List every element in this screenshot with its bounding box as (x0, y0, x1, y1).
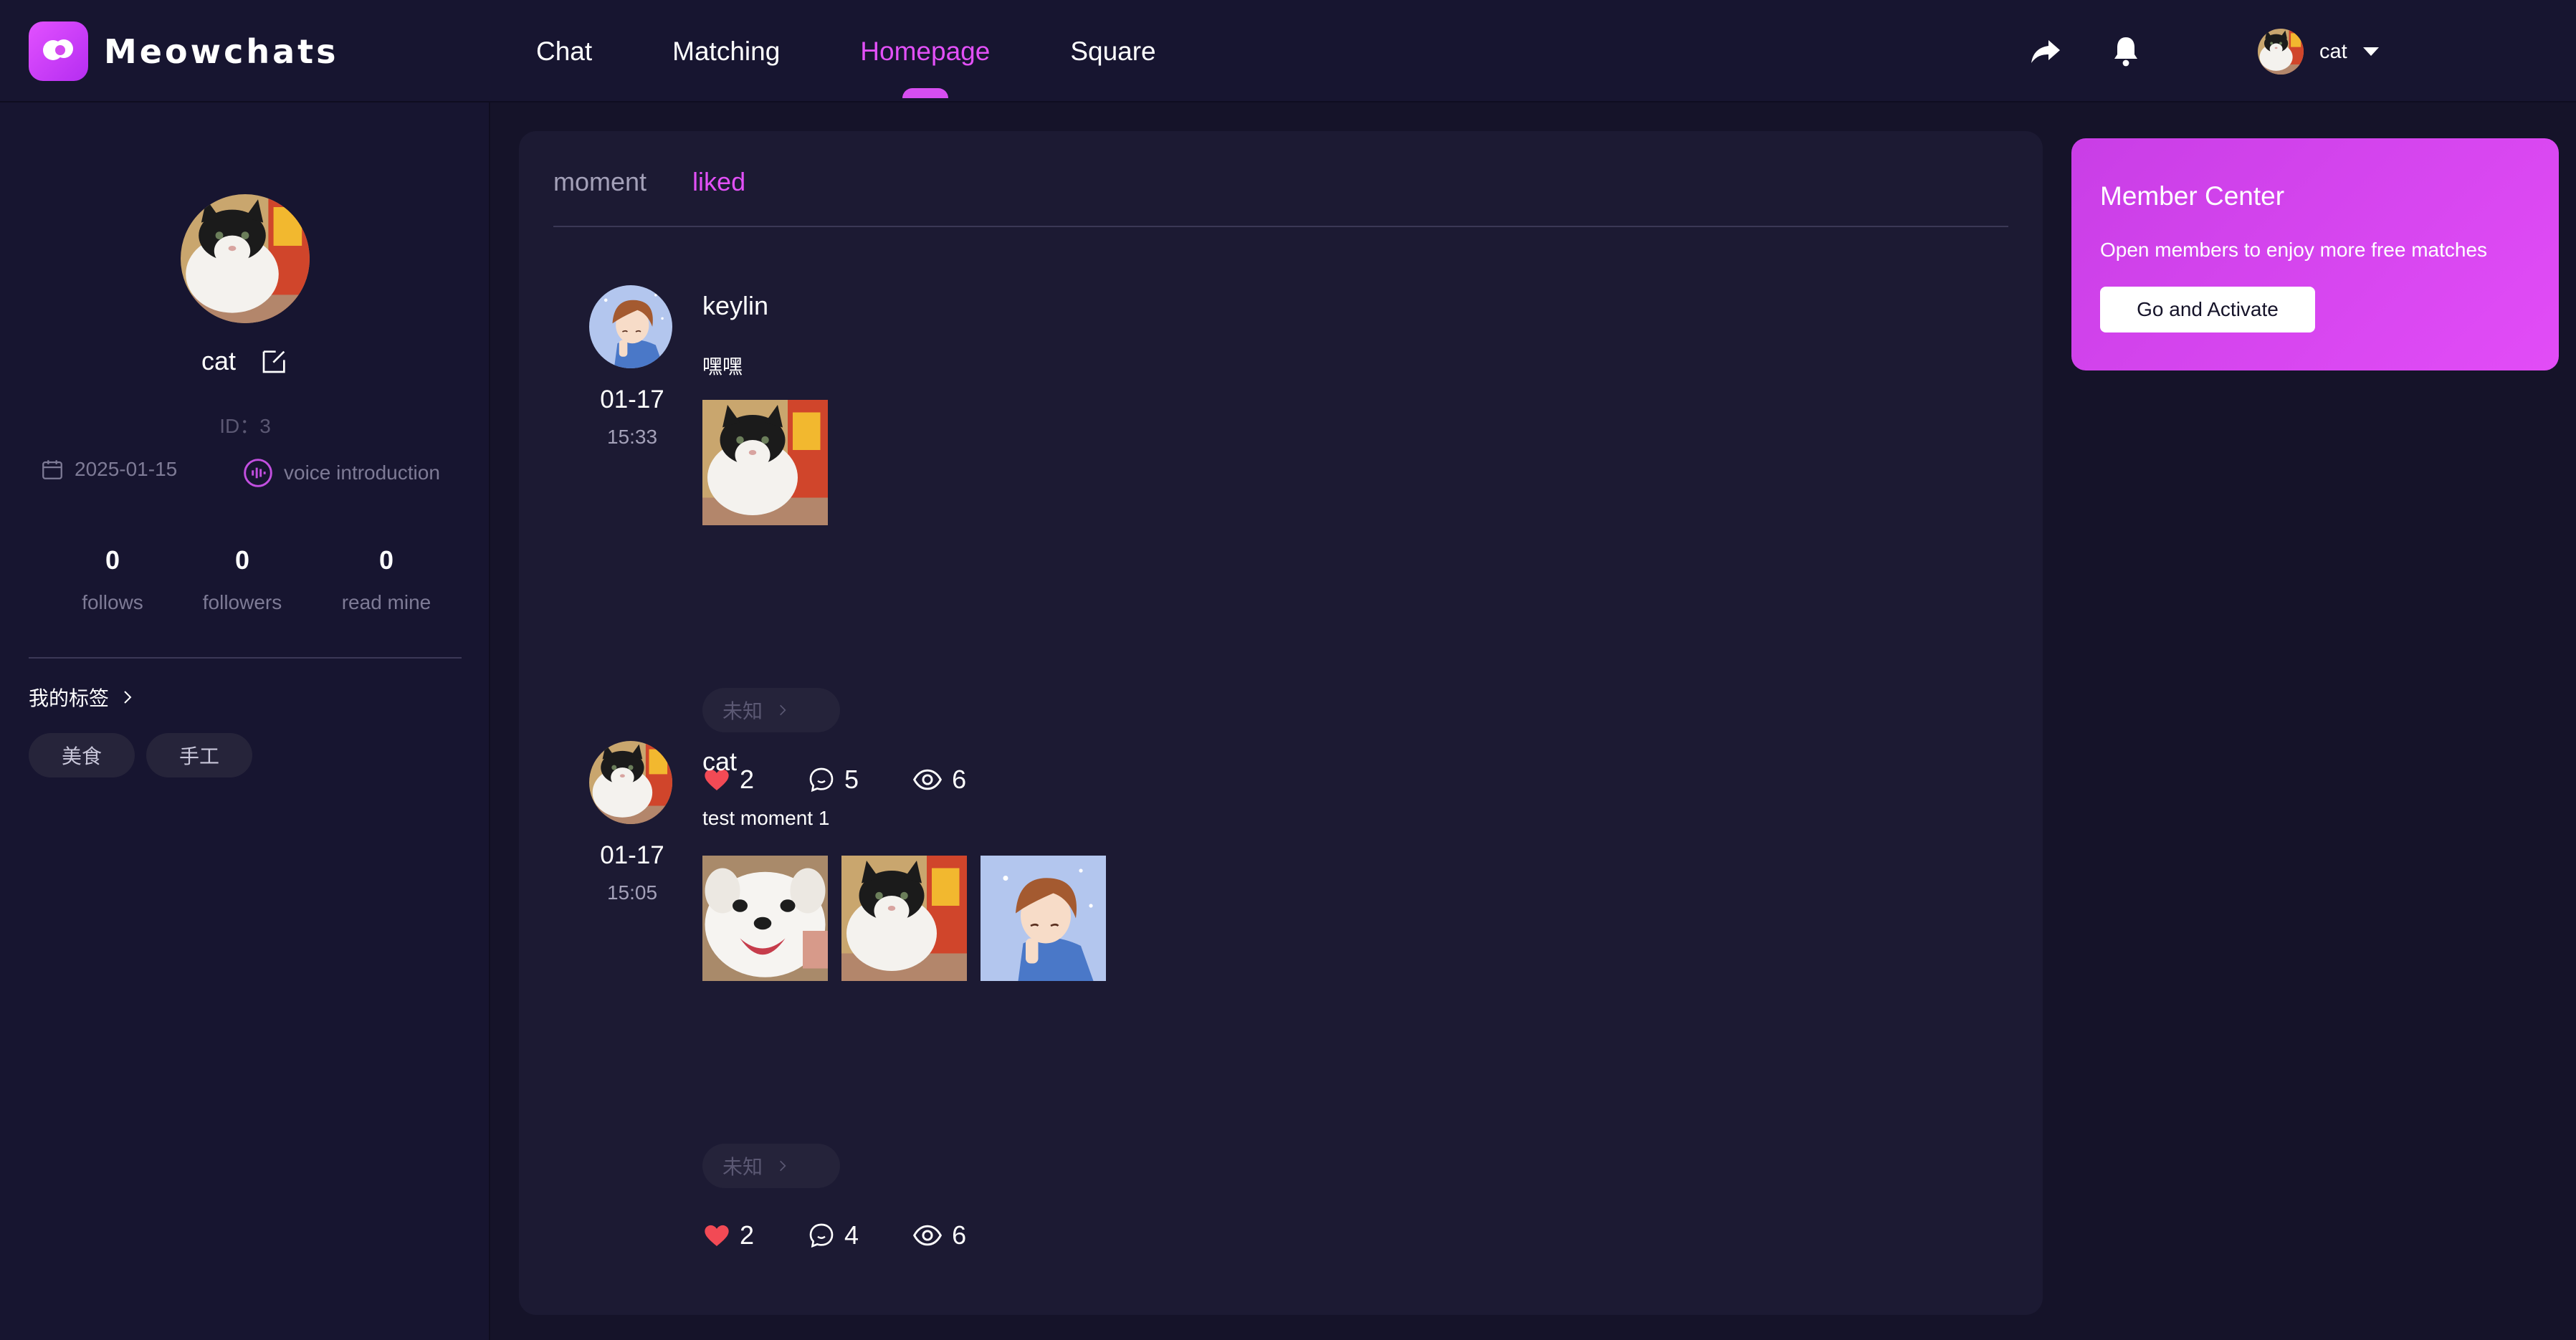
location-text: 未知 (722, 1156, 763, 1178)
top-bar: Meowchats Chat Matching Homepage Square (0, 0, 2576, 102)
heart-icon (705, 1225, 729, 1246)
tag-chip[interactable]: 美食 (29, 733, 135, 777)
comment-button[interactable]: 4 (807, 1220, 859, 1250)
join-date: 2025-01-15 (40, 457, 177, 482)
post-time: 15:05 (606, 881, 658, 904)
post-actions: 2 4 6 (702, 1220, 1019, 1251)
stat-read-mine-label: read mine (341, 591, 431, 613)
user-menu[interactable]: cat (2258, 29, 2379, 75)
tag-chip[interactable]: 手工 (146, 733, 253, 777)
location-pill[interactable]: 未知 (702, 688, 840, 732)
post-text: 嘿嘿 (702, 355, 743, 378)
member-center-description: Open members to enjoy more free matches (2100, 239, 2488, 261)
chevron-right-icon (780, 1160, 786, 1172)
moments-panel: moment liked 01-17 15:33 keylin 嘿嘿 未知 2 … (519, 131, 2043, 1315)
chevron-right-icon (780, 704, 786, 716)
stat-follows[interactable]: 0 follows (41, 545, 184, 614)
nav-chat-label: Chat (536, 36, 593, 66)
tab-moment[interactable]: moment (553, 167, 647, 197)
view-count-button[interactable]: 6 (912, 764, 966, 795)
view-count-button[interactable]: 6 (912, 1220, 966, 1251)
post-author-avatar[interactable] (589, 741, 672, 824)
comment-count: 4 (844, 1220, 859, 1250)
comment-icon (809, 767, 834, 793)
join-date-text: 2025-01-15 (75, 458, 178, 480)
nav-square[interactable]: Square (1070, 0, 1155, 102)
app-window: Meowchats Chat Matching Homepage Square (0, 0, 2576, 1340)
tabs-divider (553, 226, 2008, 227)
my-tags-title: 我的标签 (29, 687, 110, 709)
post-image[interactable] (702, 856, 828, 981)
post-image[interactable] (841, 856, 967, 981)
profile-avatar[interactable] (181, 194, 310, 323)
member-center-card: Member Center Open members to enjoy more… (2071, 138, 2559, 370)
edit-icon[interactable] (260, 347, 289, 375)
post-author-name[interactable]: keylin (702, 291, 768, 321)
post-time: 15:33 (606, 426, 658, 448)
stat-followers[interactable]: 0 followers (171, 545, 314, 614)
nav-homepage[interactable]: Homepage (860, 0, 990, 102)
chevron-right-icon (124, 691, 132, 704)
post-images (702, 856, 1120, 981)
post-image[interactable] (702, 400, 828, 525)
member-center-title: Member Center (2100, 181, 2285, 211)
tab-liked[interactable]: liked (692, 167, 745, 197)
stat-followers-count: 0 (234, 545, 250, 575)
location-pill[interactable]: 未知 (702, 1144, 840, 1188)
post-author-avatar[interactable] (589, 285, 672, 368)
profile-name-row: cat (0, 346, 490, 376)
like-count: 2 (740, 765, 755, 794)
activate-membership-button[interactable]: Go and Activate (2100, 287, 2315, 332)
stat-follows-count: 0 (105, 545, 120, 575)
logo[interactable]: Meowchats (29, 21, 339, 81)
post-actions: 2 5 6 (702, 764, 1019, 795)
post-images (702, 400, 841, 525)
nav-square-label: Square (1070, 36, 1156, 66)
post-image[interactable] (981, 856, 1106, 981)
my-tags-header[interactable]: 我的标签 (29, 683, 136, 712)
nav-matching[interactable]: Matching (672, 0, 780, 102)
profile-name: cat (201, 346, 237, 375)
avatar (2258, 29, 2304, 75)
eye-icon (913, 1225, 943, 1246)
profile-sidebar: cat ID：3 2025-01-15 voice introduction 0… (0, 102, 490, 1340)
view-count: 6 (952, 765, 967, 794)
chevron-down-icon (2362, 47, 2379, 56)
calendar-icon (42, 460, 62, 479)
eye-icon (913, 769, 943, 790)
main-nav: Chat Matching Homepage Square (536, 0, 1236, 102)
voice-introduction[interactable]: voice introduction (242, 457, 440, 489)
comment-icon (809, 1223, 834, 1248)
stat-follows-label: follows (82, 591, 143, 613)
divider (29, 657, 462, 659)
voice-icon (244, 459, 272, 487)
nav-homepage-label: Homepage (860, 36, 991, 66)
bell-icon[interactable] (2109, 34, 2143, 69)
stat-followers-label: followers (202, 591, 282, 613)
share-icon[interactable] (2028, 34, 2063, 69)
location-text: 未知 (722, 700, 763, 722)
comment-button[interactable]: 5 (807, 765, 859, 795)
user-name: cat (2319, 39, 2347, 63)
post-date: 01-17 (600, 841, 664, 869)
comment-count: 5 (844, 765, 859, 794)
logo-text: Meowchats (104, 32, 339, 71)
like-count: 2 (740, 1220, 755, 1250)
active-nav-indicator (902, 88, 948, 98)
logo-icon (29, 21, 88, 81)
view-count: 6 (952, 1220, 967, 1250)
moments-tabs: moment liked (553, 167, 791, 197)
stat-read-mine[interactable]: 0 read mine (315, 545, 458, 614)
post-author-name[interactable]: cat (702, 747, 737, 777)
post-date: 01-17 (600, 386, 664, 413)
voice-introduction-label: voice introduction (284, 461, 440, 484)
like-button[interactable]: 2 (702, 1220, 754, 1250)
tag-list: 美食 手工 (29, 733, 264, 777)
stat-read-mine-count: 0 (378, 545, 394, 575)
post-text: test moment 1 (702, 807, 830, 829)
nav-matching-label: Matching (672, 36, 781, 66)
profile-id: ID：3 (219, 415, 271, 437)
nav-chat[interactable]: Chat (536, 0, 592, 102)
